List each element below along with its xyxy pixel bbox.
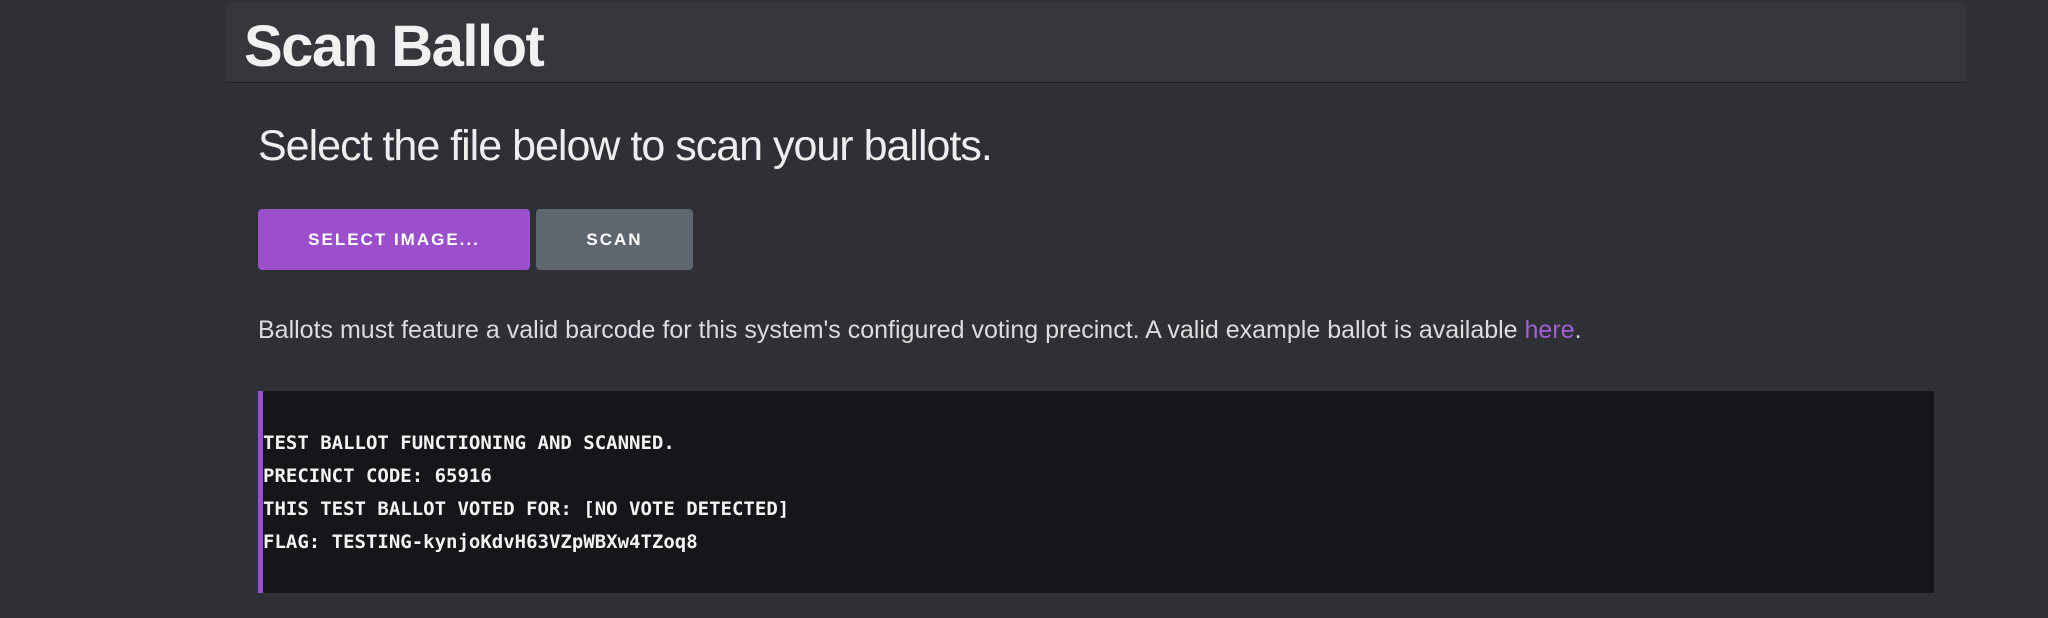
- info-text: Ballots must feature a valid barcode for…: [258, 313, 1582, 347]
- scan-output-box: TEST BALLOT FUNCTIONING AND SCANNED. PRE…: [258, 391, 1934, 593]
- select-image-button[interactable]: SELECT IMAGE...: [258, 209, 530, 270]
- example-ballot-link[interactable]: here: [1525, 316, 1575, 344]
- info-text-body: Ballots must feature a valid barcode for…: [258, 316, 1525, 344]
- page-header: Scan Ballot: [226, 2, 1966, 83]
- scan-button[interactable]: SCAN: [536, 209, 693, 270]
- page-title: Scan Ballot: [244, 14, 545, 79]
- page: Scan Ballot Select the file below to sca…: [0, 0, 2048, 618]
- output-line: TEST BALLOT FUNCTIONING AND SCANNED.: [263, 432, 675, 454]
- output-line: PRECINCT CODE: 65916: [263, 465, 492, 487]
- output-line: THIS TEST BALLOT VOTED FOR: [NO VOTE DET…: [263, 498, 790, 520]
- output-line: FLAG: TESTING-kynjoKdvH63VZpWBXw4TZoq8: [263, 531, 698, 553]
- info-text-suffix: .: [1574, 316, 1582, 344]
- lead-text: Select the file below to scan your ballo…: [258, 122, 993, 170]
